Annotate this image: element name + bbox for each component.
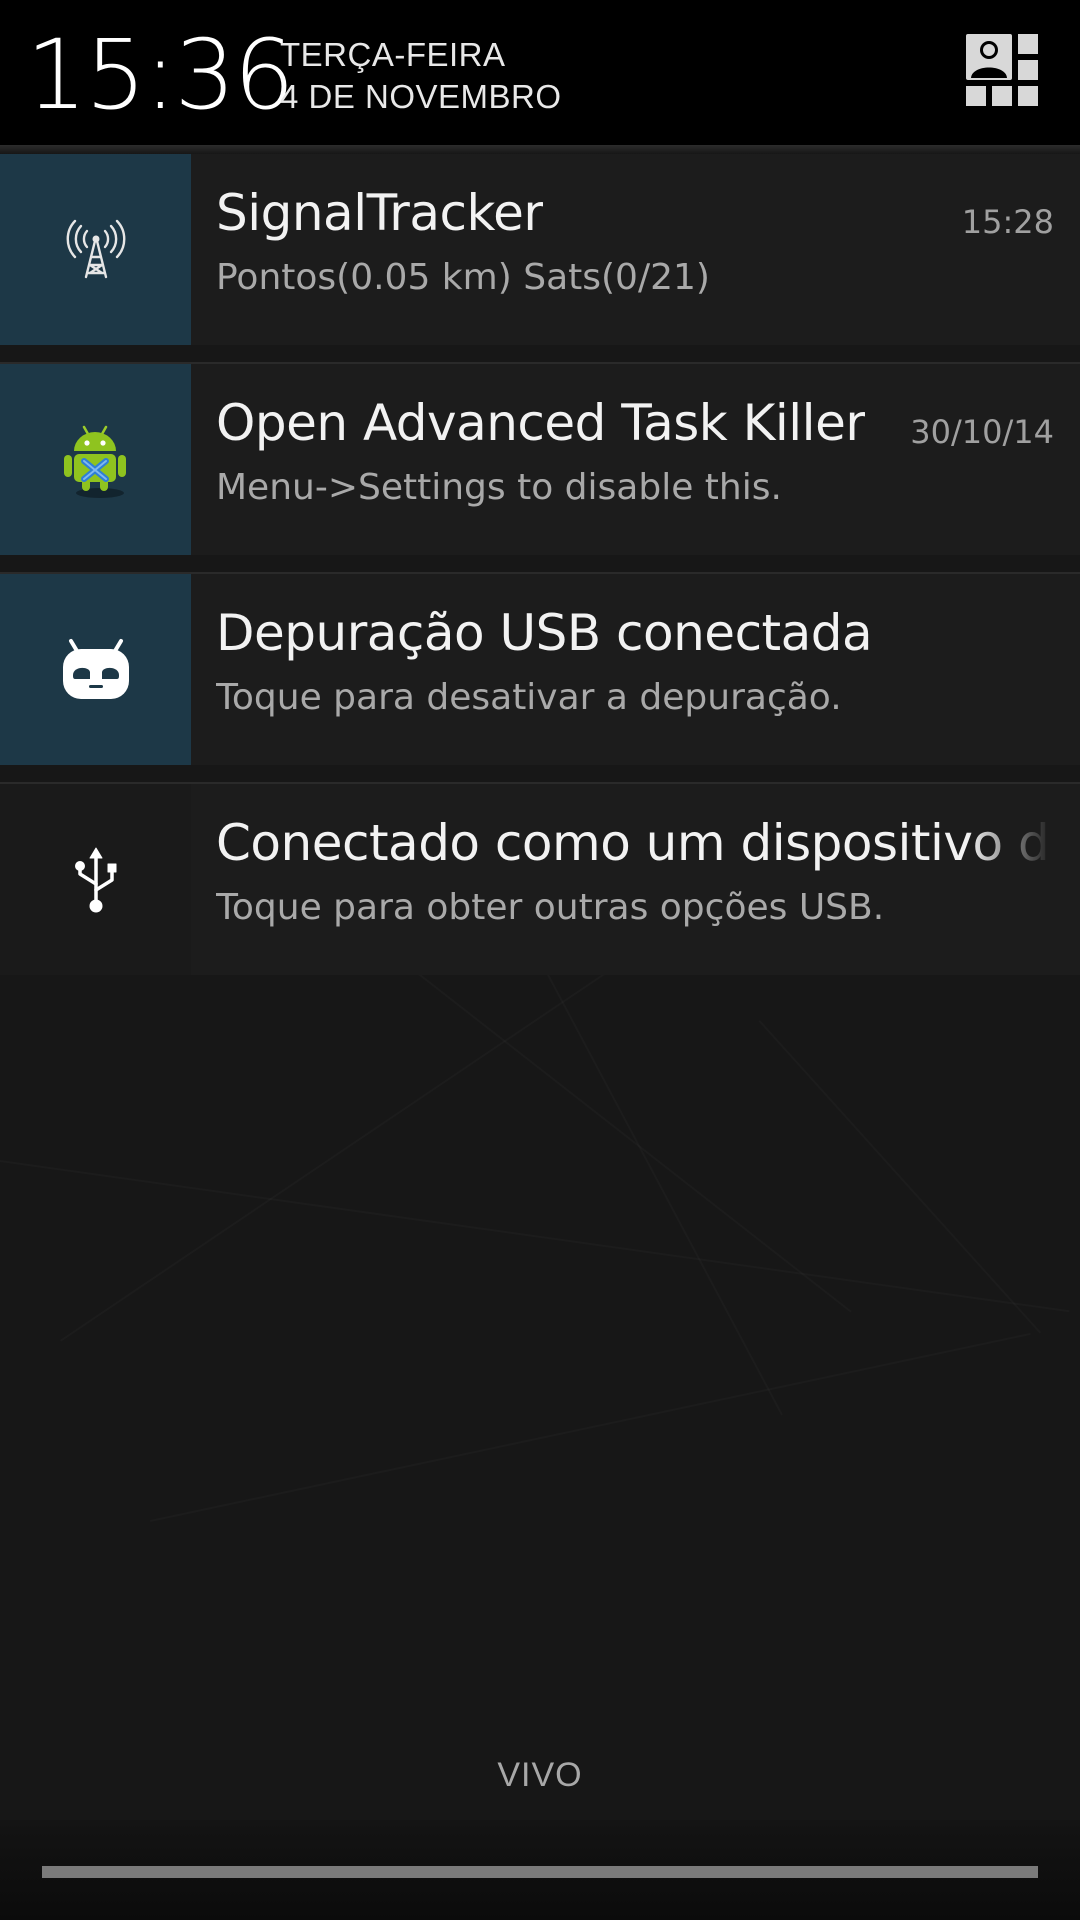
notification-title: Depuração USB conectada <box>216 604 873 662</box>
notification-title: SignalTracker <box>216 184 544 242</box>
android-robot-icon <box>63 425 126 498</box>
shade-drag-handle[interactable] <box>42 1866 1038 1878</box>
notification-title: Open Advanced Task Killer <box>216 394 866 452</box>
notification-time: 30/10/14 <box>910 413 1054 451</box>
usb-icon <box>74 847 116 912</box>
notification-title: Conectado como um dispositivo de <box>216 814 1052 872</box>
notification-usb-debugging[interactable]: Depuração USB conectada Toque para desat… <box>0 574 1080 765</box>
notification-icon-box <box>0 364 191 555</box>
antenna-tower-icon <box>66 219 125 278</box>
notification-icon-box <box>0 784 191 975</box>
date-label: 4 DE NOVEMBRO <box>280 78 562 115</box>
weekday-label: TERÇA-FEIRA <box>280 36 506 73</box>
quick-settings-button[interactable] <box>962 30 1042 110</box>
notification-text: Toque para obter outras opções USB. <box>216 887 885 928</box>
notification-text: Menu->Settings to disable this. <box>216 467 782 508</box>
notification-task-killer[interactable]: Open Advanced Task Killer Menu->Settings… <box>0 364 1080 555</box>
header-divider <box>0 145 1080 154</box>
cyanogenmod-bugdroid-icon <box>62 638 129 699</box>
notification-icon-box <box>0 154 191 345</box>
date-block: TERÇA-FEIRA 4 DE NOVEMBRO <box>280 34 562 118</box>
notification-icon-box <box>0 574 191 765</box>
notification-text: Toque para desativar a depuração. <box>216 677 842 718</box>
carrier-label: VIVO <box>497 1756 583 1794</box>
user-grid-icon <box>966 34 1038 106</box>
notification-time: 15:28 <box>961 203 1054 241</box>
notification-signaltracker[interactable]: SignalTracker Pontos(0.05 km) Sats(0/21)… <box>0 154 1080 345</box>
clock: 15:36 <box>26 19 295 131</box>
notification-text: Pontos(0.05 km) Sats(0/21) <box>216 257 710 298</box>
notification-usb-connection[interactable]: Conectado como um dispositivo de Toque p… <box>0 784 1080 975</box>
background-map <box>0 960 1080 1860</box>
notification-shade: 15:36 TERÇA-FEIRA 4 DE NOVEMBRO SignalTr… <box>0 0 1080 1920</box>
status-header: 15:36 TERÇA-FEIRA 4 DE NOVEMBRO <box>0 0 1080 145</box>
